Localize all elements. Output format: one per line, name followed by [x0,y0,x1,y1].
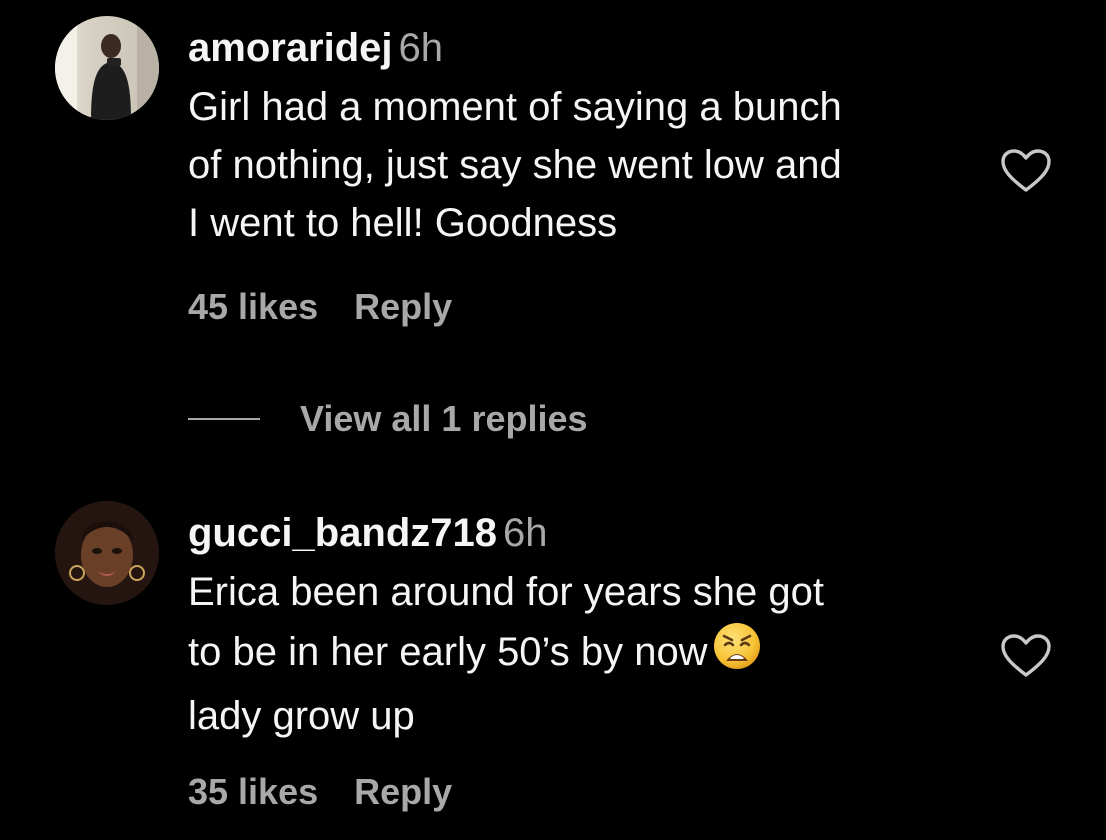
reply-button[interactable]: Reply [354,286,452,327]
avatar[interactable] [55,16,159,120]
comment-text: Erica been around for years she got to b… [188,563,988,745]
view-replies[interactable]: View all 1 replies [188,396,588,442]
timestamp: 6h [503,511,548,555]
weary-face-emoji-icon [712,621,762,687]
reply-button[interactable]: Reply [354,771,452,812]
comment-line: of nothing, just say she went low and [188,143,842,187]
comment-line: lady grow up [188,694,415,738]
like-heart-icon[interactable] [1000,148,1052,194]
divider [188,418,260,420]
comment-line: Girl had a moment of saying a bunch [188,85,842,129]
username[interactable]: amoraridej [188,26,393,70]
like-heart-icon[interactable] [1000,633,1052,679]
avatar[interactable] [55,501,159,605]
comment-line: to be in her early 50’s by now [188,630,708,674]
timestamp: 6h [398,26,444,70]
comment-line: Erica been around for years she got [188,570,824,614]
comment-line: I went to hell! Goodness [188,201,618,245]
likes-count[interactable]: 45 likes [188,286,318,327]
comment-text: Girl had a moment of saying a bunch of n… [188,78,988,252]
likes-count[interactable]: 35 likes [188,771,318,812]
username[interactable]: gucci_bandz718 [188,511,497,555]
view-replies-button[interactable]: View all 1 replies [300,398,588,440]
